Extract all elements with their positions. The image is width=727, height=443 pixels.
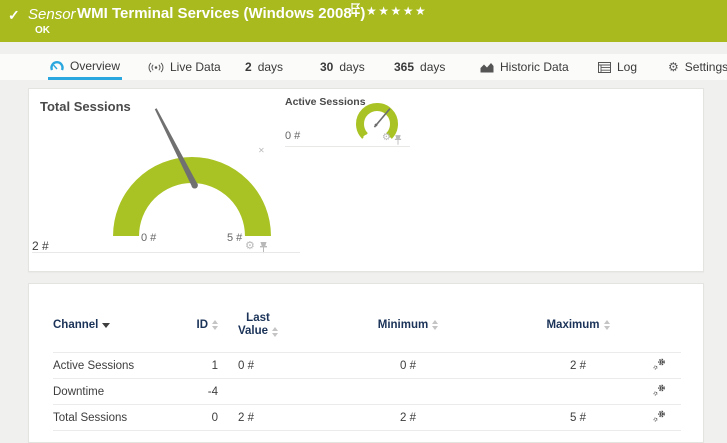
column-header-maximum[interactable]: Maximum — [518, 319, 638, 331]
table-row-total-sessions: Total Sessions 0 2 # 2 # 5 # — [53, 404, 681, 430]
live-data-icon — [148, 62, 164, 73]
active-gauge-divider — [285, 146, 410, 147]
channel-id: -4 — [207, 385, 218, 398]
channel-last-value: 2 # — [238, 411, 254, 424]
tab-label: Overview — [70, 58, 121, 73]
channel-id: 1 — [211, 359, 218, 372]
active-gauge-settings-icon[interactable]: ⚙ — [382, 132, 391, 143]
total-gauge-divider — [32, 252, 300, 253]
tab-2-days[interactable]: 2 days — [243, 54, 285, 80]
channel-name[interactable]: Total Sessions — [53, 412, 178, 424]
object-kind-label: Sensor — [28, 6, 76, 23]
tab-label: Live Data — [170, 60, 221, 74]
active-sessions-current-value: 0 # — [285, 130, 301, 142]
channel-settings-icon[interactable] — [652, 357, 667, 374]
total-gauge-settings-icon[interactable]: ⚙ — [245, 239, 255, 252]
sort-desc-icon — [102, 322, 111, 328]
column-header-last-value[interactable]: Last Value — [218, 312, 298, 338]
tab-settings[interactable]: ⚙ Settings — [666, 54, 727, 80]
tab-label: Settings — [684, 60, 727, 74]
channel-minimum: 0 # — [400, 359, 416, 372]
column-header-id[interactable]: ID — [178, 319, 218, 331]
gauge-marker-close-icon[interactable]: ✕ — [258, 146, 265, 155]
channel-name[interactable]: Active Sessions — [53, 360, 178, 372]
channel-last-value: 0 # — [238, 359, 254, 372]
tab-number: 2 — [245, 60, 252, 74]
priority-flag-icon[interactable] — [351, 3, 361, 17]
channel-minimum: 2 # — [400, 411, 416, 424]
channel-maximum: 5 # — [570, 411, 586, 424]
channel-settings-icon[interactable] — [652, 383, 667, 400]
tab-number: 365 — [394, 60, 415, 74]
sort-icon — [603, 320, 610, 330]
sensor-title: WMI Terminal Services (Windows 2008+) — [77, 5, 366, 22]
channels-table: Channel ID Last Value Minimum Maximum Ac… — [53, 304, 681, 432]
sort-icon — [432, 320, 439, 330]
tab-label: days — [339, 60, 365, 74]
column-header-minimum[interactable]: Minimum — [298, 319, 518, 331]
total-sessions-current-value: 2 # — [32, 239, 49, 253]
table-bottom-divider — [53, 430, 681, 432]
tab-overview[interactable]: Overview — [48, 54, 123, 80]
active-gauge-pin-icon[interactable] — [394, 133, 402, 151]
table-header-row: Channel ID Last Value Minimum Maximum — [53, 304, 681, 352]
log-icon — [598, 61, 611, 73]
tab-label: days — [420, 60, 446, 74]
priority-stars[interactable]: ★★★★★ — [366, 4, 427, 18]
total-sessions-scale-min: 0 # — [141, 232, 157, 244]
tab-historic-data[interactable]: Historic Data — [478, 54, 571, 80]
tab-label: Historic Data — [500, 60, 569, 74]
total-gauge-pin-icon[interactable] — [259, 241, 268, 259]
sort-icon — [272, 327, 279, 337]
channel-id: 0 — [211, 411, 218, 424]
channel-maximum: 2 # — [570, 359, 586, 372]
channel-settings-icon[interactable] — [652, 409, 667, 426]
gauge-icon — [50, 60, 64, 71]
status-ok-check-icon: ✓ — [8, 7, 20, 23]
sensor-header: ✓ Sensor WMI Terminal Services (Windows … — [0, 0, 727, 42]
tab-30-days[interactable]: 30 days — [318, 54, 367, 80]
area-chart-icon — [480, 62, 494, 73]
tab-bar: Overview Live Data 2 days 30 days 365 da… — [0, 54, 727, 80]
tab-log[interactable]: Log — [596, 54, 639, 80]
total-sessions-gauge — [113, 108, 273, 245]
tab-label: Log — [617, 60, 638, 74]
total-sessions-scale-max: 5 # — [227, 232, 243, 244]
table-row-downtime: Downtime -4 — [53, 378, 681, 404]
table-row-active-sessions: Active Sessions 1 0 # 0 # 2 # — [53, 352, 681, 378]
tab-label: days — [257, 60, 284, 74]
column-header-channel[interactable]: Channel — [53, 319, 178, 331]
sensor-status-text: OK — [35, 25, 50, 36]
tab-number: 30 — [320, 60, 334, 74]
tab-365-days[interactable]: 365 days — [392, 54, 447, 80]
gear-icon: ⚙ — [668, 60, 679, 74]
tab-live-data[interactable]: Live Data — [146, 54, 223, 80]
channel-name[interactable]: Downtime — [53, 386, 178, 398]
channels-panel: Channel ID Last Value Minimum Maximum Ac… — [28, 283, 704, 443]
